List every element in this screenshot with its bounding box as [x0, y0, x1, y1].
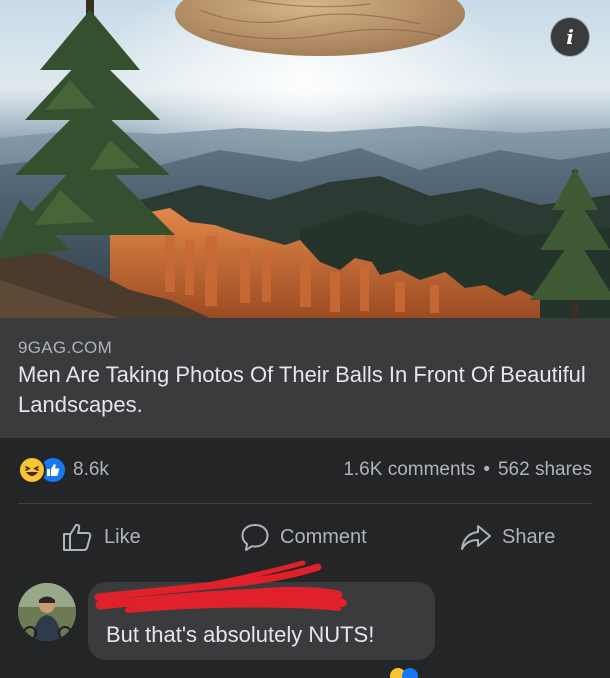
avatar[interactable] — [18, 583, 76, 641]
share-button[interactable]: Share — [460, 505, 555, 569]
avatar-photo — [18, 583, 76, 641]
share-arrow-icon — [461, 525, 491, 550]
reaction-summary[interactable]: 8.6k — [18, 456, 109, 484]
action-bar: Like Comment Share — [0, 505, 610, 569]
comment-bubble[interactable]: But that's absolutely NUTS! — [88, 582, 435, 660]
post-stats: 1.6K comments • 562 shares — [343, 459, 592, 481]
comment-label: Comment — [280, 525, 367, 548]
info-icon[interactable]: i — [551, 18, 589, 56]
link-domain: 9GAG.COM — [18, 338, 113, 357]
like-button[interactable]: Like — [62, 505, 141, 569]
share-label: Share — [502, 525, 556, 548]
landscape-photo — [0, 0, 610, 318]
reaction-count: 8.6k — [73, 459, 109, 480]
comment-text: But that's absolutely NUTS! — [106, 622, 375, 647]
haha-reaction-icon — [18, 456, 46, 484]
post-image[interactable]: i — [0, 0, 610, 318]
link-title[interactable]: Men Are Taking Photos Of Their Balls In … — [18, 360, 593, 420]
stats-separator: • — [483, 459, 490, 480]
comment-reactions-icon — [390, 668, 418, 678]
shares-count[interactable]: 562 shares — [498, 459, 592, 481]
comments-count[interactable]: 1.6K comments — [343, 459, 475, 481]
thumbs-up-icon — [63, 523, 92, 551]
comment-button[interactable]: Comment — [240, 505, 367, 569]
comment-icon — [241, 524, 269, 551]
like-label: Like — [104, 525, 141, 548]
divider — [18, 503, 592, 504]
link-preview[interactable]: 9GAG.COM Men Are Taking Photos Of Their … — [0, 318, 610, 438]
